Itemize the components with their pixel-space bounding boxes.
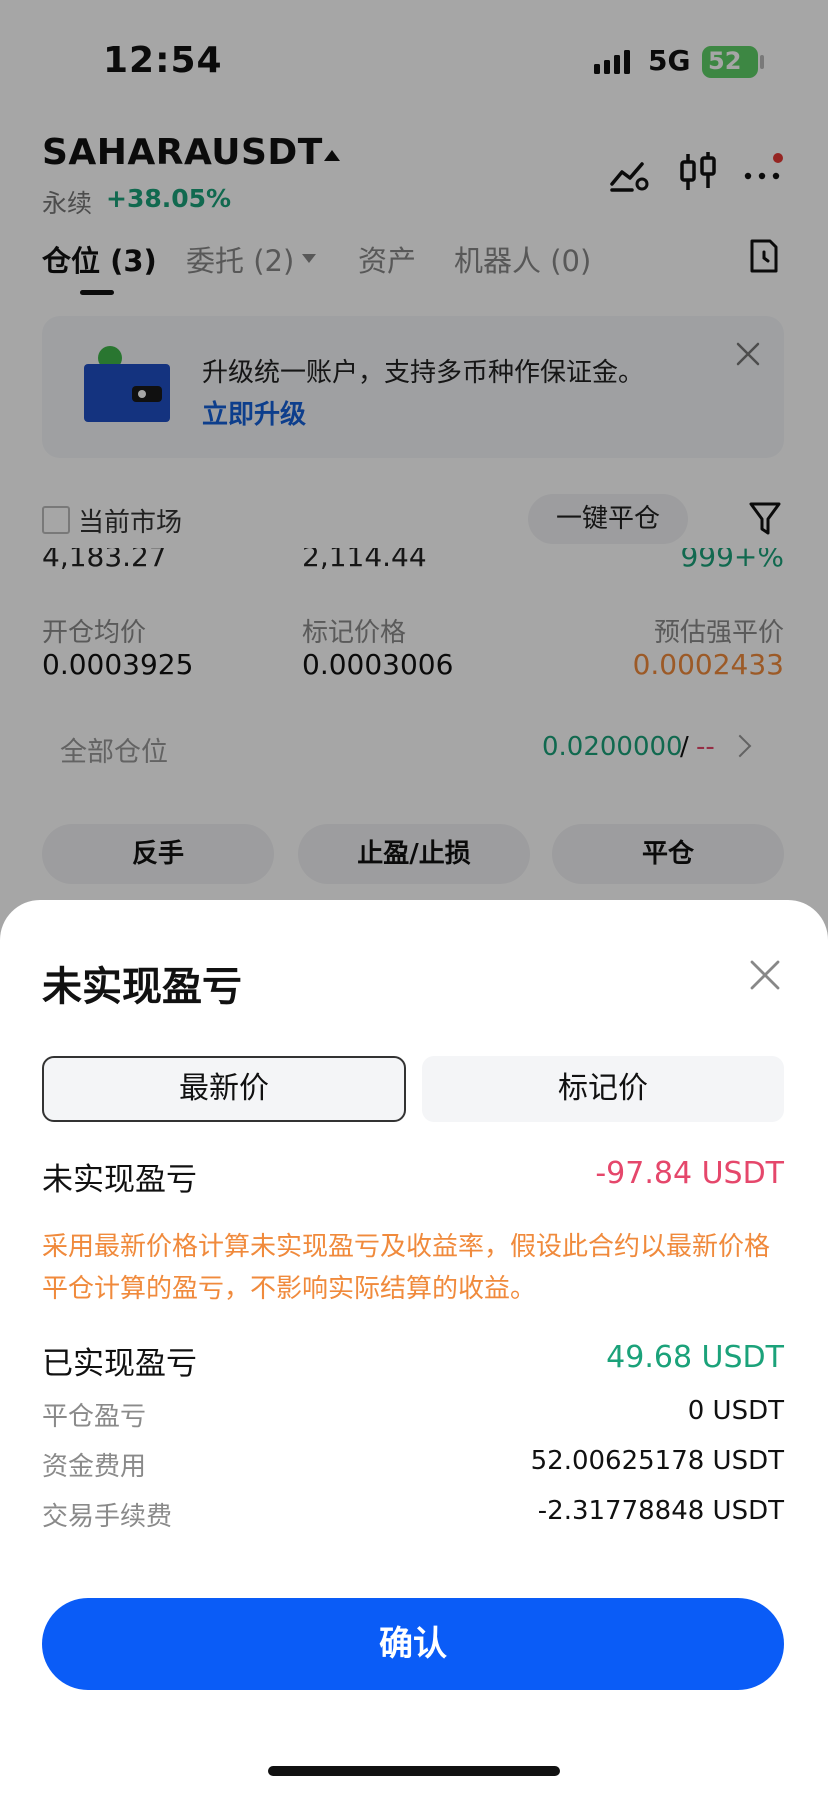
segment-mark-price[interactable]: 标记价: [422, 1056, 784, 1122]
close-icon[interactable]: [748, 958, 782, 992]
funding-fee-label: 资金费用: [42, 1452, 147, 1482]
confirm-button[interactable]: 确认: [42, 1598, 784, 1690]
funding-fee-value: 52.00625178 USDT: [530, 1446, 784, 1476]
sheet-title: 未实现盈亏: [42, 964, 242, 1010]
segment-latest-price[interactable]: 最新价: [42, 1056, 406, 1122]
realized-label: 已实现盈亏: [42, 1346, 197, 1382]
home-indicator: [268, 1766, 560, 1776]
unrealized-label: 未实现盈亏: [42, 1162, 197, 1198]
realized-value: 49.68 USDT: [606, 1340, 784, 1375]
unrealized-note: 采用最新价格计算未实现盈亏及收益率，假设此合约以最新价格平仓计算的盈亏，不影响实…: [42, 1232, 771, 1304]
close-pnl-label: 平仓盈亏: [42, 1402, 147, 1432]
close-pnl-value: 0 USDT: [687, 1396, 784, 1426]
trading-fee-value: -2.31778848 USDT: [537, 1496, 784, 1526]
unrealized-value: -97.84 USDT: [595, 1156, 784, 1191]
trading-fee-label: 交易手续费: [42, 1502, 173, 1532]
